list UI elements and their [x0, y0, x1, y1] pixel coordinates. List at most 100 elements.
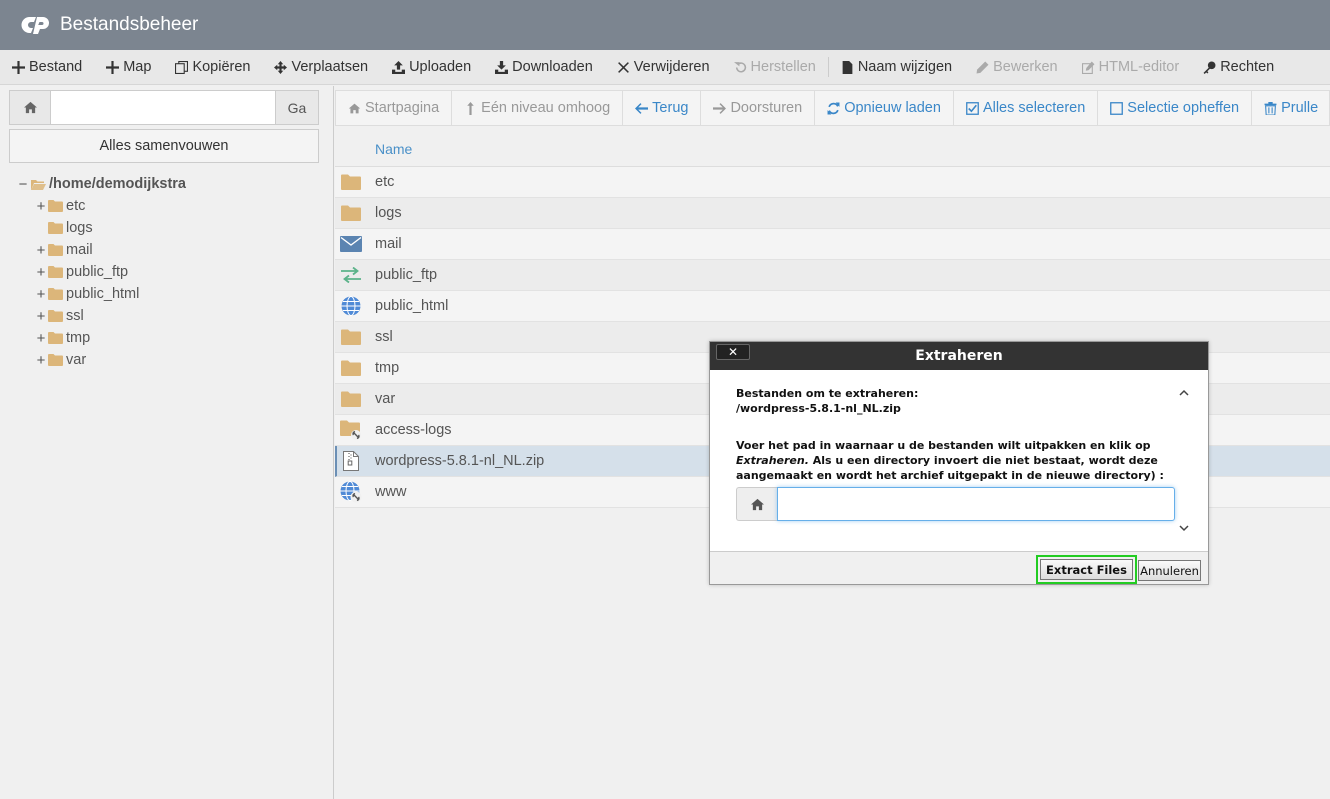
- nav-selectie-opheffen-button[interactable]: Selectie opheffen: [1098, 91, 1253, 125]
- toolbar-map-button[interactable]: Map: [94, 50, 163, 84]
- folder-icon: [48, 244, 63, 256]
- dialog-titlebar[interactable]: ✕ Extraheren: [710, 342, 1208, 370]
- nav-doorsturen-button[interactable]: Doorsturen: [701, 91, 816, 125]
- tree-item-public-ftp[interactable]: + public_ftp: [16, 261, 186, 283]
- folder-icon: [48, 310, 63, 322]
- instruction-before: Voer het pad in waarnaar u de bestanden …: [736, 439, 1151, 452]
- toolbar-label: Map: [123, 59, 152, 75]
- toolbar-kopi-ren-button[interactable]: Kopiëren: [163, 50, 262, 84]
- tree-item-label: tmp: [66, 330, 91, 346]
- folder-icon: [340, 172, 362, 192]
- tree-item-logs[interactable]: logs: [16, 217, 186, 239]
- instruction-emphasis: Extraheren.: [736, 454, 809, 467]
- arrow-right-icon: [713, 102, 730, 115]
- nav-label: Eén niveau omhoog: [481, 100, 611, 116]
- tree-root-label: /home/demodijkstra: [49, 176, 186, 192]
- toolbar-uploaden-button[interactable]: Uploaden: [380, 50, 483, 84]
- toolbar-label: Herstellen: [750, 59, 816, 75]
- expand-icon[interactable]: +: [34, 286, 48, 303]
- tree-item-label: var: [66, 352, 87, 368]
- toolbar-bestand-button[interactable]: Bestand: [0, 50, 94, 84]
- directory-tree: − /home/demodijkstra + etc logs + mail + publi…: [16, 173, 186, 371]
- cpanel-logo-icon[interactable]: [20, 14, 52, 36]
- tree-item-mail[interactable]: + mail: [16, 239, 186, 261]
- globe-link-icon: [340, 481, 362, 503]
- table-row[interactable]: logs: [335, 198, 1330, 229]
- toolbar-naam-wijzigen-button[interactable]: Naam wijzigen: [829, 50, 964, 84]
- toolbar-downloaden-button[interactable]: Downloaden: [483, 50, 605, 84]
- toolbar-label: Rechten: [1220, 59, 1275, 75]
- extract-path-field: [736, 487, 1175, 521]
- mail-icon: [340, 234, 362, 254]
- scroll-down-icon[interactable]: [1176, 520, 1192, 536]
- table-row[interactable]: etc: [335, 167, 1330, 198]
- table-row[interactable]: public_html: [335, 291, 1330, 322]
- file-name: www: [375, 484, 407, 500]
- nav-alles-selecteren-button[interactable]: Alles selecteren: [954, 91, 1099, 125]
- folder-icon: [48, 288, 63, 300]
- folder-icon: [48, 200, 63, 212]
- toolbar-rechten-button[interactable]: Rechten: [1191, 50, 1286, 84]
- expand-icon[interactable]: +: [34, 330, 48, 347]
- column-header-name[interactable]: Name: [375, 141, 412, 157]
- file-name: ssl: [375, 329, 393, 345]
- nav-terug-button[interactable]: Terug: [623, 91, 702, 125]
- undo-icon: [733, 61, 751, 74]
- toolbar-bewerken-button[interactable]: Bewerken: [964, 50, 1069, 84]
- folder-icon: [340, 358, 362, 378]
- toolbar-herstellen-button[interactable]: Herstellen: [722, 50, 828, 84]
- close-button[interactable]: ✕: [716, 344, 750, 360]
- collapse-all-button[interactable]: Alles samenvouwen: [9, 129, 319, 163]
- tree-item-label: public_ftp: [66, 264, 129, 280]
- table-row[interactable]: mail: [335, 229, 1330, 260]
- expand-icon[interactable]: +: [34, 198, 48, 215]
- file-name: wordpress-5.8.1-nl_NL.zip: [375, 453, 545, 469]
- folder-icon: [48, 332, 63, 344]
- home-icon[interactable]: [10, 91, 51, 124]
- cancel-button[interactable]: Annuleren: [1138, 560, 1201, 581]
- level-up-icon: [464, 101, 481, 115]
- nav-prulle-button[interactable]: Prulle: [1252, 91, 1329, 125]
- path-input[interactable]: [51, 91, 275, 124]
- edit-icon: [1081, 61, 1099, 74]
- expand-icon[interactable]: +: [34, 352, 48, 369]
- go-button[interactable]: Ga: [275, 91, 318, 124]
- extract-files-button[interactable]: Extract Files: [1040, 559, 1133, 580]
- expand-icon[interactable]: +: [34, 242, 48, 259]
- extract-path-input[interactable]: [777, 487, 1175, 521]
- folder-icon: [340, 203, 362, 223]
- collapse-toggle-icon[interactable]: −: [16, 176, 30, 193]
- file-icon: [841, 60, 858, 74]
- dialog-footer: Extract Files Annuleren: [710, 551, 1208, 584]
- toolbar-html-editor-button[interactable]: HTML-editor: [1070, 50, 1192, 84]
- table-row[interactable]: public_ftp: [335, 260, 1330, 291]
- scroll-up-icon[interactable]: [1176, 384, 1192, 400]
- nav-label: Alles selecteren: [982, 100, 1086, 116]
- nav-e-n-niveau-omhoog-button[interactable]: Eén niveau omhoog: [452, 91, 624, 125]
- checkbox-icon: [1110, 101, 1127, 115]
- toolbar-verplaatsen-button[interactable]: Verplaatsen: [262, 50, 380, 84]
- toolbar-label: Bestand: [29, 59, 83, 75]
- tree-item-public-html[interactable]: + public_html: [16, 283, 186, 305]
- home-icon: [736, 487, 777, 521]
- nav-label: Prulle: [1281, 100, 1319, 116]
- toolbar-label: HTML-editor: [1098, 59, 1180, 75]
- nav-startpagina-button[interactable]: Startpagina: [336, 91, 453, 125]
- expand-icon[interactable]: +: [34, 264, 48, 281]
- file-name: tmp: [375, 360, 400, 376]
- tree-item-etc[interactable]: + etc: [16, 195, 186, 217]
- tree-item-var[interactable]: + var: [16, 349, 186, 371]
- plus-icon: [12, 60, 29, 74]
- tree-item-tmp[interactable]: + tmp: [16, 327, 186, 349]
- table-header: Name: [335, 131, 1330, 167]
- toolbar-verwijderen-button[interactable]: Verwijderen: [605, 50, 722, 84]
- dialog-scrollbar[interactable]: [1176, 384, 1192, 536]
- nav-opnieuw-laden-button[interactable]: Opnieuw laden: [815, 91, 954, 125]
- toolbar-label: Naam wijzigen: [857, 59, 953, 75]
- expand-icon[interactable]: +: [34, 308, 48, 325]
- tree-item-ssl[interactable]: + ssl: [16, 305, 186, 327]
- app-title: Bestandsbeheer: [60, 14, 199, 35]
- tree-root[interactable]: − /home/demodijkstra: [16, 173, 186, 195]
- navigation-bar: Startpagina Eén niveau omhoog Terug Doorstu…: [335, 90, 1330, 126]
- zip-icon: [340, 451, 362, 471]
